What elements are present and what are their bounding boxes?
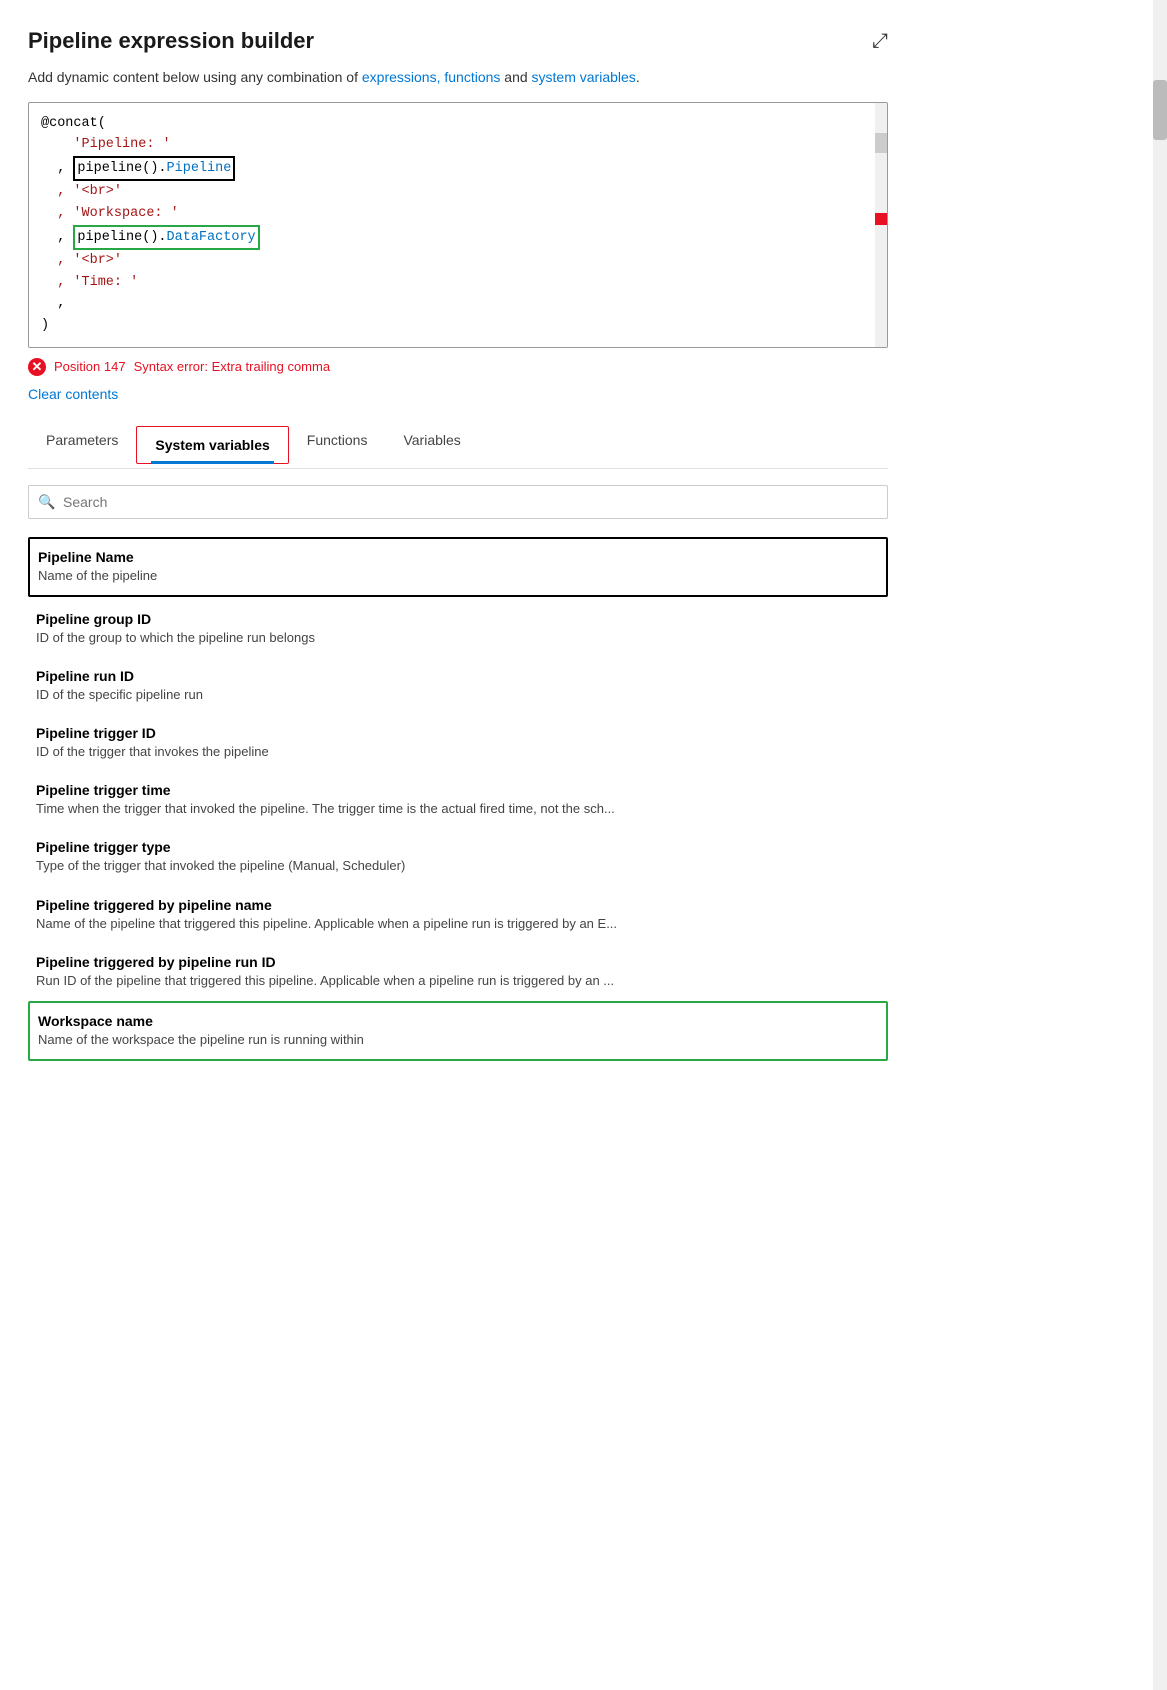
variable-item-pipeline-run-id[interactable]: Pipeline run ID ID of the specific pipel… bbox=[28, 658, 888, 715]
error-message: Syntax error: Extra trailing comma bbox=[134, 359, 331, 374]
page-title: Pipeline expression builder bbox=[28, 28, 314, 54]
variable-item-workspace-name[interactable]: Workspace name Name of the workspace the… bbox=[28, 1001, 888, 1061]
title-row: Pipeline expression builder ⤢ bbox=[28, 28, 888, 54]
variable-name: Pipeline group ID bbox=[36, 611, 880, 627]
subtitle: Add dynamic content below using any comb… bbox=[28, 68, 888, 88]
editor-scrollbar[interactable] bbox=[875, 103, 887, 347]
tab-variables[interactable]: Variables bbox=[385, 422, 478, 468]
variable-desc: Name of the pipeline bbox=[38, 567, 878, 585]
code-line-6: , pipeline().DataFactory bbox=[41, 225, 875, 251]
page-scrollbar[interactable] bbox=[1153, 0, 1167, 1690]
variable-desc: Name of the workspace the pipeline run i… bbox=[38, 1031, 878, 1049]
search-container: 🔍 bbox=[28, 485, 888, 519]
variable-desc: Type of the trigger that invoked the pip… bbox=[36, 857, 880, 875]
error-position: Position 147 bbox=[54, 359, 126, 374]
subtitle-end: . bbox=[636, 69, 640, 85]
code-line-2: 'Pipeline: ' bbox=[41, 134, 875, 156]
variable-name: Pipeline triggered by pipeline name bbox=[36, 897, 880, 913]
variable-name: Pipeline run ID bbox=[36, 668, 880, 684]
search-icon: 🔍 bbox=[38, 493, 55, 510]
variable-desc: ID of the trigger that invokes the pipel… bbox=[36, 743, 880, 761]
code-editor[interactable]: @concat( 'Pipeline: ' , pipeline().Pipel… bbox=[28, 102, 888, 348]
variable-item-pipeline-triggered-by-name[interactable]: Pipeline triggered by pipeline name Name… bbox=[28, 887, 888, 944]
page-scrollbar-thumb bbox=[1153, 80, 1167, 140]
variable-item-pipeline-triggered-by-run-id[interactable]: Pipeline triggered by pipeline run ID Ru… bbox=[28, 944, 888, 1001]
code-line-5: , 'Workspace: ' bbox=[41, 203, 875, 225]
code-line-10: ) bbox=[41, 315, 875, 337]
tab-system-variables[interactable]: System variables bbox=[136, 426, 288, 464]
variable-name: Pipeline trigger type bbox=[36, 839, 880, 855]
variable-desc: Time when the trigger that invoked the p… bbox=[36, 800, 880, 818]
tab-parameters[interactable]: Parameters bbox=[28, 422, 136, 468]
variables-list: Pipeline Name Name of the pipeline Pipel… bbox=[28, 537, 888, 1062]
subtitle-and: and bbox=[500, 69, 531, 85]
variable-desc: ID of the specific pipeline run bbox=[36, 686, 880, 704]
variable-item-pipeline-trigger-id[interactable]: Pipeline trigger ID ID of the trigger th… bbox=[28, 715, 888, 772]
editor-scrollbar-error-indicator bbox=[875, 213, 887, 225]
code-line-4: , '<br>' bbox=[41, 181, 875, 203]
variable-item-pipeline-group-id[interactable]: Pipeline group ID ID of the group to whi… bbox=[28, 601, 888, 658]
variable-item-pipeline-trigger-type[interactable]: Pipeline trigger type Type of the trigge… bbox=[28, 829, 888, 886]
system-variables-link[interactable]: system variables bbox=[532, 69, 636, 85]
code-line-3: , pipeline().Pipeline bbox=[41, 156, 875, 182]
error-line: ✕ Position 147 Syntax error: Extra trail… bbox=[28, 358, 888, 376]
variable-item-pipeline-name[interactable]: Pipeline Name Name of the pipeline bbox=[28, 537, 888, 597]
variable-name: Pipeline trigger ID bbox=[36, 725, 880, 741]
variable-name: Pipeline Name bbox=[38, 549, 878, 565]
subtitle-text: Add dynamic content below using any comb… bbox=[28, 69, 362, 85]
variable-name: Pipeline triggered by pipeline run ID bbox=[36, 954, 880, 970]
variable-desc: ID of the group to which the pipeline ru… bbox=[36, 629, 880, 647]
variable-desc: Run ID of the pipeline that triggered th… bbox=[36, 972, 880, 990]
variable-name: Workspace name bbox=[38, 1013, 878, 1029]
expressions-functions-link[interactable]: expressions, functions bbox=[362, 69, 501, 85]
clear-contents-link[interactable]: Clear contents bbox=[28, 386, 118, 402]
expand-icon[interactable]: ⤢ bbox=[872, 30, 888, 53]
tab-functions[interactable]: Functions bbox=[289, 422, 386, 468]
pipeline-pipeline-highlight: pipeline().Pipeline bbox=[73, 156, 235, 182]
code-line-9: , bbox=[41, 293, 875, 315]
variable-item-pipeline-trigger-time[interactable]: Pipeline trigger time Time when the trig… bbox=[28, 772, 888, 829]
editor-scrollbar-thumb bbox=[875, 133, 887, 153]
variable-desc: Name of the pipeline that triggered this… bbox=[36, 915, 880, 933]
pipeline-datafactory-highlight: pipeline().DataFactory bbox=[73, 225, 259, 251]
error-icon: ✕ bbox=[28, 358, 46, 376]
main-container: Pipeline expression builder ⤢ Add dynami… bbox=[0, 0, 920, 1089]
variable-name: Pipeline trigger time bbox=[36, 782, 880, 798]
code-line-7: , '<br>' bbox=[41, 250, 875, 272]
search-input[interactable] bbox=[28, 485, 888, 519]
code-line-8: , 'Time: ' bbox=[41, 272, 875, 294]
tabs-row: Parameters System variables Functions Va… bbox=[28, 422, 888, 469]
code-line-1: @concat( bbox=[41, 113, 875, 135]
